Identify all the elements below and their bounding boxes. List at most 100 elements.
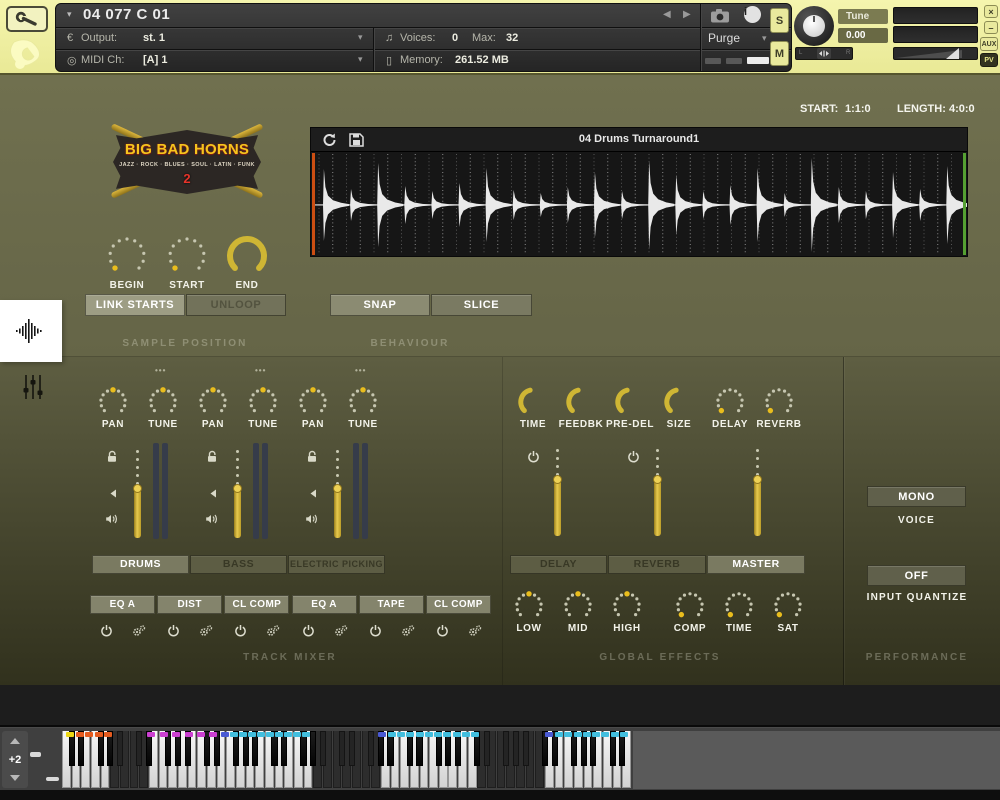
knob-tune[interactable] bbox=[346, 385, 380, 419]
gear-icon[interactable] bbox=[265, 624, 280, 643]
waveform-panel[interactable]: 04 Drums Turnaround1 bbox=[310, 127, 968, 257]
lock-icon[interactable] bbox=[306, 450, 318, 468]
wave-start-marker[interactable] bbox=[312, 153, 315, 255]
snap-button[interactable]: SNAP bbox=[330, 294, 430, 316]
wave-end-marker[interactable] bbox=[963, 153, 966, 255]
info-icon[interactable]: i bbox=[744, 6, 761, 23]
tab-drums[interactable]: DRUMS bbox=[92, 555, 189, 574]
black-key[interactable] bbox=[117, 731, 123, 766]
knob-pan[interactable] bbox=[96, 385, 130, 419]
knob-time[interactable] bbox=[722, 589, 756, 623]
tune-value-box[interactable]: 0.00 bbox=[838, 28, 888, 43]
knob-menu-dots[interactable]: ••• bbox=[355, 366, 366, 375]
waveform-display[interactable] bbox=[313, 154, 967, 254]
knob-mid[interactable] bbox=[561, 589, 595, 623]
power-icon[interactable] bbox=[436, 624, 449, 642]
black-key[interactable] bbox=[513, 731, 519, 766]
knob-pre-del[interactable] bbox=[613, 385, 647, 419]
aux-button[interactable]: AUX bbox=[980, 37, 998, 51]
gear-icon[interactable] bbox=[131, 624, 146, 643]
solo-button[interactable]: S bbox=[770, 8, 789, 33]
fx-slot-dist[interactable]: DIST bbox=[157, 595, 222, 614]
slice-button[interactable]: SLICE bbox=[431, 294, 532, 316]
fader-cap[interactable] bbox=[553, 475, 562, 484]
fader[interactable] bbox=[654, 479, 661, 536]
gear-icon[interactable] bbox=[333, 624, 348, 643]
mute-button[interactable]: M bbox=[770, 41, 789, 66]
fader-cap[interactable] bbox=[233, 484, 242, 493]
tab-master[interactable]: MASTER bbox=[707, 555, 805, 574]
black-key[interactable] bbox=[368, 731, 374, 766]
pan-slider-handle[interactable] bbox=[817, 48, 831, 59]
knob-begin[interactable] bbox=[103, 232, 151, 280]
black-key[interactable] bbox=[349, 731, 355, 766]
black-key[interactable] bbox=[310, 731, 316, 766]
black-key[interactable] bbox=[136, 731, 142, 766]
knob-end[interactable] bbox=[223, 232, 271, 280]
fader-cap[interactable] bbox=[653, 475, 662, 484]
title-dropdown-icon[interactable]: ▾ bbox=[67, 9, 72, 20]
purge-button[interactable]: Purge bbox=[708, 31, 740, 45]
speaker-icon[interactable] bbox=[205, 512, 219, 530]
link-starts-button[interactable]: LINK STARTS bbox=[85, 294, 185, 316]
keyboard-scroll-handle[interactable] bbox=[30, 752, 41, 757]
power-icon[interactable] bbox=[302, 624, 315, 642]
close-button[interactable]: × bbox=[984, 5, 998, 18]
knob-tune[interactable] bbox=[246, 385, 280, 419]
speaker-icon[interactable] bbox=[305, 512, 319, 530]
knob-sat[interactable] bbox=[771, 589, 805, 623]
low-volume-icon[interactable] bbox=[108, 485, 117, 503]
mono-button[interactable]: MONO bbox=[867, 486, 966, 507]
fx-slot-cl-comp[interactable]: CL COMP bbox=[426, 595, 491, 614]
power-icon[interactable] bbox=[234, 624, 247, 642]
knob-start[interactable] bbox=[163, 232, 211, 280]
knob-low[interactable] bbox=[512, 589, 546, 623]
power-icon[interactable] bbox=[100, 624, 113, 642]
octave-down-button[interactable] bbox=[10, 775, 20, 781]
instrument-title[interactable]: 04 077 C 01 bbox=[83, 6, 170, 23]
knob-menu-dots[interactable]: ••• bbox=[155, 366, 166, 375]
knob-time[interactable] bbox=[516, 385, 550, 419]
tab-electric-picking[interactable]: ELECTRIC PICKING bbox=[288, 555, 385, 574]
off-button[interactable]: OFF bbox=[867, 565, 966, 586]
wrench-button[interactable] bbox=[6, 6, 48, 32]
black-key[interactable] bbox=[339, 731, 345, 766]
gear-icon[interactable] bbox=[467, 624, 482, 643]
midi-dropdown-icon[interactable]: ▾ bbox=[358, 54, 363, 65]
fader-cap[interactable] bbox=[333, 484, 342, 493]
black-key[interactable] bbox=[523, 731, 529, 766]
knob-comp[interactable] bbox=[673, 589, 707, 623]
camera-icon[interactable] bbox=[710, 8, 730, 28]
midi-value[interactable]: [A] 1 bbox=[143, 54, 167, 66]
knob-delay[interactable] bbox=[713, 385, 747, 419]
fx-slot-eq-a[interactable]: EQ A bbox=[292, 595, 357, 614]
tab-reverb[interactable]: REVERB bbox=[608, 555, 706, 574]
knob-size[interactable] bbox=[662, 385, 696, 419]
knob-reverb[interactable] bbox=[762, 385, 796, 419]
power-icon[interactable] bbox=[167, 624, 180, 642]
power-icon[interactable] bbox=[369, 624, 382, 642]
fx-slot-tape[interactable]: TAPE bbox=[359, 595, 424, 614]
start-value[interactable]: 1:1:0 bbox=[845, 103, 871, 115]
next-arrow-icon[interactable]: ▶ bbox=[683, 9, 691, 20]
black-key[interactable] bbox=[503, 731, 509, 766]
power-icon[interactable] bbox=[527, 450, 540, 468]
output-value[interactable]: st. 1 bbox=[143, 32, 165, 44]
gear-icon[interactable] bbox=[400, 624, 415, 643]
pv-button[interactable]: PV bbox=[980, 53, 998, 67]
black-key[interactable] bbox=[484, 731, 490, 766]
gear-icon[interactable] bbox=[198, 624, 213, 643]
low-volume-icon[interactable] bbox=[208, 485, 217, 503]
octave-up-button[interactable] bbox=[10, 738, 20, 744]
knob-tune[interactable] bbox=[146, 385, 180, 419]
fader[interactable] bbox=[234, 488, 241, 538]
knob-pan[interactable] bbox=[196, 385, 230, 419]
lock-icon[interactable] bbox=[206, 450, 218, 468]
knob-pan[interactable] bbox=[296, 385, 330, 419]
fader[interactable] bbox=[754, 479, 761, 536]
tab-bass[interactable]: BASS bbox=[190, 555, 287, 574]
knob-high[interactable] bbox=[610, 589, 644, 623]
lock-icon[interactable] bbox=[106, 450, 118, 468]
mixer-view-tab[interactable] bbox=[20, 372, 46, 402]
fx-slot-eq-a[interactable]: EQ A bbox=[90, 595, 155, 614]
